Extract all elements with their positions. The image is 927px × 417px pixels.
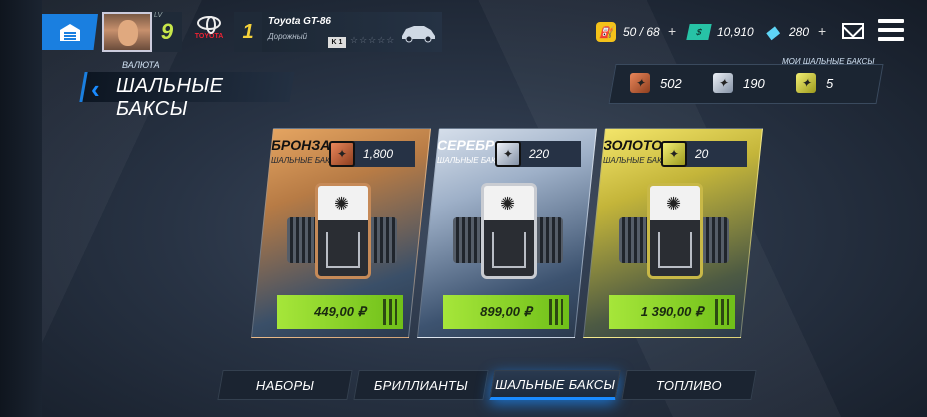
add-diamonds-button[interactable]: +: [818, 23, 826, 39]
bronze-buck-icon: ✦: [329, 141, 355, 167]
offer-card-bronze[interactable]: БРОНЗА ШАЛЬНЫЕ БАКСЫ ✦ 1,800 ✺ 449,00 ₽: [250, 128, 432, 338]
bronze-buck-icon: ✦: [630, 73, 650, 93]
player-avatar[interactable]: [102, 12, 152, 52]
buy-button[interactable]: 449,00 ₽: [277, 295, 403, 329]
car-stars: ☆☆☆☆☆: [350, 35, 396, 45]
rank-number: 1: [242, 20, 254, 43]
player-level-tag: LV: [154, 12, 163, 19]
amount-badge: ✦ 220: [495, 141, 581, 167]
tier-name: ЗОЛОТО: [603, 137, 663, 153]
top-bar: 9 LV TOYOTA 1 Toyota GT-86 Дорожный K 1 …: [0, 8, 927, 52]
fuel-counter[interactable]: ⛽ 50 / 68: [596, 20, 660, 44]
car-name: Toyota GT-86: [268, 16, 331, 27]
car-icon: [402, 26, 435, 43]
diamond-value: 280: [789, 25, 810, 39]
gold-count: 5: [826, 75, 834, 91]
my-silver-bucks: ✦ 190: [713, 73, 765, 93]
amount-badge: ✦ 20: [661, 141, 747, 167]
back-chevron-icon[interactable]: ‹: [91, 74, 100, 105]
garage-button[interactable]: [42, 14, 98, 50]
silver-buck-icon: ✦: [713, 73, 733, 93]
buy-button[interactable]: 1 390,00 ₽: [609, 295, 735, 329]
car-class-badge: K 1: [328, 37, 346, 48]
tab-label: ШАЛЬНЫЕ БАКСЫ: [495, 376, 616, 392]
bucks-pack-image: ✺: [453, 183, 563, 283]
menu-icon[interactable]: [878, 19, 904, 41]
toyota-logo-icon: TOYOTA: [190, 16, 228, 50]
tab-label: ТОПЛИВО: [656, 377, 722, 393]
rank-box: 1: [234, 12, 262, 52]
amount-value: 220: [529, 147, 550, 161]
fuel-value: 50 / 68: [623, 25, 660, 39]
offer-card-silver[interactable]: СЕРЕБРО ШАЛЬНЫЕ БАКСЫ ✦ 220 ✺ 899,00 ₽: [416, 128, 598, 338]
amount-badge: ✦ 1,800: [329, 141, 415, 167]
amount-value: 1,800: [363, 147, 394, 161]
bug-icon: ✺: [666, 194, 682, 214]
price-label: 1 390,00 ₽: [640, 304, 704, 319]
amount-value: 20: [695, 147, 709, 161]
mail-icon[interactable]: [842, 23, 864, 39]
my-bronze-bucks: ✦ 502: [630, 73, 682, 93]
store-tabs: НАБОРЫ БРИЛЛИАНТЫ ШАЛЬНЫЕ БАКСЫ ТОПЛИВО: [217, 370, 760, 400]
bug-icon: ✺: [334, 194, 350, 214]
car-type: Дорожный: [268, 32, 308, 41]
cash-counter[interactable]: $ 10,910: [686, 20, 754, 44]
silver-buck-icon: ✦: [495, 141, 521, 167]
tab-sets[interactable]: НАБОРЫ: [217, 370, 353, 400]
tab-crazy-bucks[interactable]: ШАЛЬНЫЕ БАКСЫ: [489, 370, 621, 400]
diamond-icon: ◆: [765, 21, 779, 42]
bug-icon: ✺: [500, 194, 516, 214]
tier-name: БРОНЗА: [271, 137, 331, 153]
add-fuel-button[interactable]: +: [668, 23, 676, 39]
buy-button[interactable]: 899,00 ₽: [443, 295, 569, 329]
gold-buck-icon: ✦: [796, 73, 816, 93]
gold-buck-icon: ✦: [661, 141, 687, 167]
bucks-pack-image: ✺: [287, 183, 397, 283]
brand-name: TOYOTA: [194, 33, 224, 40]
price-label: 899,00 ₽: [480, 304, 532, 319]
bucks-pack-image: ✺: [619, 183, 729, 283]
tab-fuel[interactable]: ТОПЛИВО: [621, 370, 757, 400]
my-gold-bucks: ✦ 5: [796, 73, 833, 93]
garage-icon: [60, 24, 80, 41]
page-title: ШАЛЬНЫЕ БАКСЫ: [116, 75, 224, 120]
silver-count: 190: [743, 75, 765, 91]
tab-diamonds[interactable]: БРИЛЛИАНТЫ: [353, 370, 489, 400]
tab-label: НАБОРЫ: [255, 377, 315, 393]
diamond-counter[interactable]: ◆ 280: [762, 20, 809, 44]
page-header: ВАЛЮТА ‹ ШАЛЬНЫЕ БАКСЫ: [79, 60, 296, 120]
cash-icon: $: [686, 24, 712, 40]
player-level: 9: [160, 19, 174, 44]
section-label: ВАЛЮТА: [122, 60, 160, 70]
fuel-icon: ⛽: [596, 22, 616, 42]
tab-label: БРИЛЛИАНТЫ: [373, 377, 469, 393]
left-rail: [0, 0, 42, 417]
offer-card-gold[interactable]: ЗОЛОТО ШАЛЬНЫЕ БАКСЫ ✦ 20 ✺ 1 390,00 ₽: [582, 128, 764, 338]
bronze-count: 502: [660, 75, 682, 91]
cash-value: 10,910: [717, 25, 754, 39]
price-label: 449,00 ₽: [314, 304, 366, 319]
